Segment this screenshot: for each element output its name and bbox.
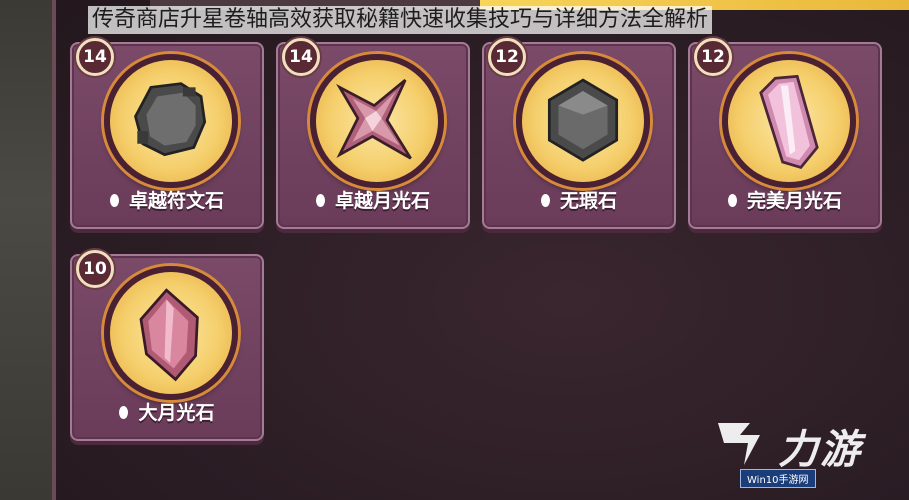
moon-icon (109, 193, 119, 207)
item-name-text: 大月光石 (138, 402, 215, 424)
item-card-rune-stone[interactable]: 14 卓越符文石 (70, 38, 264, 229)
item-name: 卓越符文石 (72, 186, 262, 213)
perfect-moonstone-crystal-icon (759, 74, 819, 170)
rune-stone-icon (134, 82, 207, 157)
item-name: 无瑕石 (484, 186, 674, 213)
watermark: 力游 Win10手游网 (710, 395, 900, 495)
moon-icon (540, 193, 550, 207)
item-medallion (310, 54, 444, 188)
item-medallion (104, 54, 238, 188)
count-badge: 10 (76, 250, 114, 288)
item-card-moonstone-star[interactable]: 14 卓越月光石 (276, 38, 470, 229)
item-card-flawless-stone[interactable]: 12 无瑕石 (482, 38, 676, 229)
item-name: 大月光石 (72, 398, 262, 425)
item-medallion (104, 266, 238, 400)
count-badge: 14 (76, 38, 114, 76)
moon-icon (727, 193, 737, 207)
count-badge: 14 (282, 38, 320, 76)
large-moonstone-crystal-icon (139, 288, 199, 382)
item-name-text: 卓越月光石 (334, 190, 430, 212)
item-name: 完美月光石 (690, 186, 880, 213)
item-name-text: 无瑕石 (559, 190, 617, 212)
brand-logo-icon (718, 423, 760, 465)
watermark-sub: Win10手游网 (740, 469, 816, 488)
item-name-text: 卓越符文石 (128, 190, 224, 212)
count-badge: 12 (488, 38, 526, 76)
item-name: 卓越月光石 (278, 186, 468, 213)
item-medallion (722, 54, 856, 188)
item-name-text: 完美月光石 (746, 190, 842, 212)
watermark-brand: 力游 (778, 427, 862, 473)
moon-icon (119, 405, 129, 419)
item-medallion (516, 54, 650, 188)
moon-icon (315, 193, 325, 207)
moonstone-star-icon (336, 78, 412, 160)
count-badge: 12 (694, 38, 732, 76)
item-card-large-moonstone[interactable]: 10 大月光石 (70, 250, 264, 441)
flawless-stone-icon (547, 78, 619, 162)
background-left (0, 0, 52, 500)
item-card-perfect-moonstone[interactable]: 12 完美月光石 (688, 38, 882, 229)
page-title: 传奇商店升星卷轴高效获取秘籍快速收集技巧与详细方法全解析 (88, 6, 713, 34)
